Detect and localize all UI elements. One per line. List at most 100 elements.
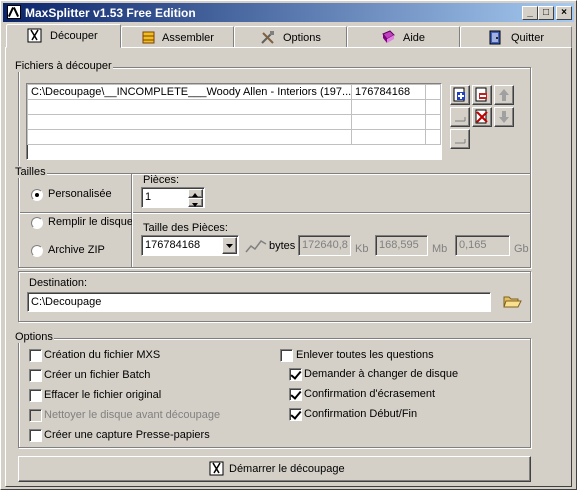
sizes-group-legend: Tailles — [14, 166, 47, 178]
arrow-up-icon — [499, 89, 509, 101]
checkbox-nettoyer-disque — [29, 409, 42, 422]
minimize-button[interactable]: _ — [522, 6, 538, 20]
pieces-value: 1 — [145, 191, 152, 203]
corner-icon — [455, 139, 466, 144]
destination-label: Destination: — [29, 277, 88, 289]
start-split-button[interactable]: Démarrer le découpage — [18, 456, 531, 482]
checkbox-effacer-original[interactable] — [29, 389, 42, 402]
chart-line-icon — [245, 240, 267, 253]
checkbox-label: Confirmation d'écrasement — [304, 388, 436, 400]
assemble-icon — [142, 31, 155, 44]
table-row[interactable] — [27, 114, 441, 130]
table-row[interactable] — [27, 99, 441, 115]
close-button[interactable]: × — [556, 6, 572, 20]
checkbox-label: Création du fichier MXS — [44, 349, 161, 361]
checkbox-label: Effacer le fichier original — [44, 389, 162, 401]
tab-label: Aide — [403, 32, 426, 44]
start-split-label: Démarrer le découpage — [229, 463, 345, 475]
corner-icon — [455, 117, 466, 122]
table-row[interactable] — [27, 129, 441, 145]
file-list[interactable]: C:\Decoupage\__INCOMPLETE___Woody Allen … — [26, 83, 442, 160]
tools-icon — [261, 31, 274, 44]
checkbox-label: Nettoyer le disque avant découpage — [44, 409, 221, 421]
files-group-legend: Fichiers à découper — [14, 60, 113, 72]
tab-label: Options — [283, 32, 321, 44]
checkbox-changer-disque[interactable] — [289, 368, 302, 381]
table-row[interactable]: C:\Decoupage\__INCOMPLETE___Woody Allen … — [27, 84, 441, 100]
checkbox-enlever-questions[interactable] — [280, 349, 293, 362]
radio-archive-zip[interactable] — [31, 245, 43, 257]
checkbox-confirmation-ecrasement[interactable] — [289, 388, 302, 401]
gb-unit: Gb — [514, 243, 529, 255]
extra-small-button[interactable] — [450, 129, 470, 149]
checkbox-label: Enlever toutes les questions — [296, 349, 434, 361]
chevron-down-icon — [226, 244, 233, 248]
checkbox-capture-presse-papiers[interactable] — [29, 429, 42, 442]
clear-list-button[interactable] — [472, 107, 492, 127]
piece-size-label: Taille des Pièces: — [143, 222, 228, 234]
arrow-down-icon — [499, 111, 509, 123]
remove-file-button[interactable] — [472, 85, 492, 105]
tab-label: Quitter — [511, 32, 545, 44]
gb-field: 0,165 — [455, 235, 510, 256]
app-icon — [7, 5, 21, 19]
add-file-icon — [453, 87, 465, 102]
mb-value: 168,595 — [379, 239, 419, 251]
tab-quitter[interactable]: Quitter — [460, 26, 572, 47]
radio-label: Personalisée — [48, 188, 112, 200]
file-size-cell: 176784168 — [351, 84, 426, 100]
radio-label: Remplir le disque — [48, 216, 133, 228]
scissors-icon — [27, 28, 42, 43]
checkbox-label: Créer un fichier Batch — [44, 369, 151, 381]
kb-field: 172640,8 — [298, 235, 351, 256]
destination-input[interactable]: C:\Decoupage — [27, 292, 491, 312]
file-path-cell: C:\Decoupage\__INCOMPLETE___Woody Allen … — [27, 84, 352, 100]
tab-assembler[interactable]: Assembler — [121, 26, 234, 47]
destination-value: C:\Decoupage — [31, 296, 102, 308]
spin-down-button[interactable] — [188, 198, 203, 207]
pieces-group: Pièces: 1 Taille des Pièces: 176784168 b… — [132, 173, 531, 268]
tab-label: Découper — [50, 30, 98, 42]
radio-remplir-disque[interactable] — [31, 217, 43, 229]
gb-value: 0,165 — [459, 239, 487, 251]
checkbox-creation-mxs[interactable] — [29, 349, 42, 362]
checkbox-fichier-batch[interactable] — [29, 369, 42, 382]
window-title: MaxSplitter v1.53 Free Edition — [25, 6, 196, 20]
app-window: MaxSplitter v1.53 Free Edition _ □ × Déc… — [0, 0, 577, 490]
destination-group: Destination: C:\Decoupage — [18, 271, 531, 322]
tab-decouper[interactable]: Découper — [6, 24, 121, 48]
sizes-group: Tailles Personalisée Remplir le disque A… — [14, 166, 133, 268]
piece-size-value: 176784168 — [145, 239, 201, 251]
title-bar[interactable]: MaxSplitter v1.53 Free Edition _ □ × — [3, 3, 574, 22]
mb-field: 168,595 — [375, 235, 428, 256]
kb-unit: Kb — [355, 243, 369, 255]
move-down-button[interactable] — [494, 107, 514, 127]
tab-aide[interactable]: Aide — [347, 26, 460, 47]
spin-down-icon — [192, 203, 198, 207]
tab-options[interactable]: Options — [234, 26, 347, 47]
options-group: Options Création du fichier MXS Créer un… — [14, 331, 531, 448]
browse-small-button[interactable] — [450, 107, 470, 127]
kb-value: 172640,8 — [302, 239, 348, 251]
browse-folder-button[interactable] — [502, 293, 522, 311]
help-book-icon — [382, 30, 395, 43]
open-folder-icon — [503, 296, 522, 308]
exit-door-icon — [489, 30, 501, 45]
add-file-button[interactable] — [450, 85, 470, 105]
checkbox-label: Demander à changer de disque — [304, 368, 459, 380]
tab-panel-decouper: Fichiers à découper C:\Decoupage\__INCOM… — [5, 47, 572, 487]
scissors-icon — [209, 461, 224, 476]
piece-size-dropdown-button[interactable] — [222, 237, 237, 254]
options-group-legend: Options — [14, 331, 54, 343]
checkbox-confirmation-debut-fin[interactable] — [289, 408, 302, 421]
radio-label: Archive ZIP — [48, 244, 105, 256]
radio-personalisee[interactable] — [31, 189, 43, 201]
maximize-button[interactable]: □ — [538, 6, 554, 20]
checkbox-label: Créer une capture Presse-papiers — [44, 429, 210, 441]
bytes-label: bytes — [269, 240, 296, 252]
spin-up-button[interactable] — [188, 189, 203, 198]
mb-unit: Mb — [432, 243, 448, 255]
remove-file-icon — [475, 87, 487, 102]
move-up-button[interactable] — [494, 85, 514, 105]
pieces-label: Pièces: — [143, 174, 180, 186]
